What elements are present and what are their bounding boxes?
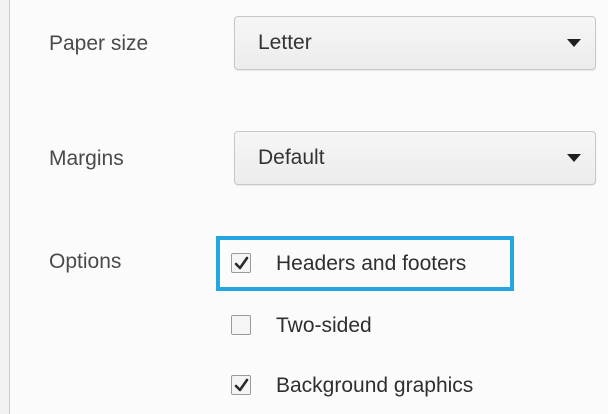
checkmark-icon	[234, 378, 249, 392]
paper-size-value: Letter	[258, 31, 312, 54]
checkmark-icon	[234, 256, 249, 270]
margins-label: Margins	[49, 147, 124, 170]
option-label: Background graphics	[276, 374, 474, 397]
paper-size-label: Paper size	[49, 32, 149, 55]
chevron-down-icon	[567, 39, 581, 47]
option-label: Headers and footers	[276, 252, 467, 275]
two-sided-checkbox[interactable]	[231, 315, 251, 335]
paper-size-select[interactable]: Letter	[234, 16, 596, 70]
options-label: Options	[49, 250, 122, 273]
print-settings-panel: Paper size Letter Margins Default Option…	[9, 0, 608, 414]
chevron-down-icon	[567, 154, 581, 162]
margins-value: Default	[258, 146, 325, 169]
background-graphics-checkbox[interactable]	[231, 375, 251, 395]
headers-and-footers-checkbox[interactable]	[231, 253, 251, 273]
margins-select[interactable]: Default	[234, 131, 596, 185]
option-label: Two-sided	[276, 314, 372, 337]
